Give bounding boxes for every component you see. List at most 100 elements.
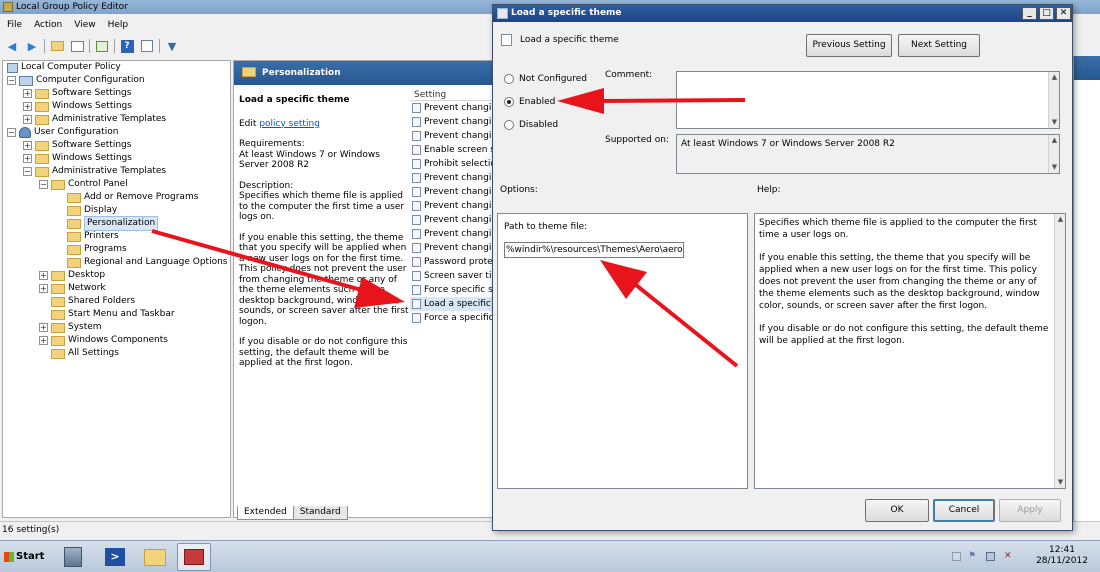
network-icon[interactable]	[986, 552, 995, 561]
list-item[interactable]: Prevent changin	[410, 227, 496, 241]
tree-node-user-configuration[interactable]: − User Configuration	[7, 126, 118, 139]
theme-path-input[interactable]: %windir%\resources\Themes\Aero\aero	[504, 242, 684, 258]
tree-node-windows-components[interactable]: + Windows Components	[39, 334, 168, 347]
tree-node-windows-settings[interactable]: + Windows Settings	[23, 152, 132, 165]
tree-node-all-settings[interactable]: All Settings	[51, 347, 119, 360]
apply-button[interactable]: Apply	[999, 499, 1061, 522]
scroll-up-icon[interactable]: ▲	[1056, 215, 1065, 224]
list-item[interactable]: Prevent changin	[410, 199, 496, 213]
tree-node-administrative-templates[interactable]: + Administrative Templates	[23, 113, 166, 126]
properties-icon[interactable]	[139, 38, 155, 54]
menu-view[interactable]: View	[74, 17, 95, 33]
collapse-icon[interactable]: −	[7, 76, 16, 85]
server-manager-icon[interactable]	[56, 543, 90, 571]
list-item[interactable]: Prevent changin	[410, 171, 496, 185]
collapse-icon[interactable]: −	[23, 167, 32, 176]
tree-node-personalization[interactable]: Personalization	[67, 216, 159, 231]
flag-icon[interactable]: ⚑	[968, 552, 977, 561]
scroll-up-icon[interactable]: ▲	[1050, 73, 1059, 82]
comment-scrollbar[interactable]: ▲ ▼	[1048, 72, 1059, 128]
tree-node-windows-settings[interactable]: + Windows Settings	[23, 100, 132, 113]
scroll-up-icon[interactable]: ▲	[1050, 136, 1059, 145]
list-item[interactable]: Enable screen sa	[410, 143, 496, 157]
expand-icon[interactable]: +	[23, 89, 32, 98]
tree-node-start-menu-taskbar[interactable]: Start Menu and Taskbar	[51, 308, 175, 321]
expand-icon[interactable]: +	[23, 154, 32, 163]
comment-field[interactable]: ▲ ▼	[676, 71, 1060, 129]
expand-icon[interactable]: +	[23, 115, 32, 124]
policy-setting-link[interactable]: policy setting	[259, 119, 320, 129]
tree-node-software-settings[interactable]: + Software Settings	[23, 87, 131, 100]
group-policy-icon[interactable]	[177, 543, 211, 571]
list-item[interactable]: Force a specific	[410, 311, 496, 325]
list-item[interactable]: Prevent changin	[410, 101, 496, 115]
ok-button[interactable]: OK	[865, 499, 929, 522]
tab-extended[interactable]: Extended	[237, 506, 294, 520]
help-scrollbar[interactable]: ▲ ▼	[1054, 214, 1065, 488]
volume-icon[interactable]: ✕	[1004, 552, 1013, 561]
dialog-title-bar[interactable]: Load a specific theme _ □ ✕	[493, 5, 1072, 22]
tab-standard[interactable]: Standard	[292, 506, 348, 520]
tree-node-local-computer-policy[interactable]: Local Computer Policy	[7, 61, 121, 74]
tree-node-programs[interactable]: Programs	[67, 243, 127, 256]
list-item[interactable]: Prohibit selection	[410, 157, 496, 171]
minimize-button[interactable]: _	[1022, 7, 1037, 20]
help-icon[interactable]: ?	[119, 38, 135, 54]
list-item[interactable]: Prevent changin	[410, 241, 496, 255]
column-header-setting[interactable]: Setting	[410, 89, 496, 101]
up-folder-icon[interactable]	[49, 38, 65, 54]
previous-setting-button[interactable]: Previous Setting	[806, 34, 892, 57]
list-item[interactable]: Prevent changin	[410, 185, 496, 199]
filter-icon[interactable]: ▼	[164, 38, 180, 54]
list-item[interactable]: Screen saver tim	[410, 269, 496, 283]
tree-node-regional-language[interactable]: Regional and Language Options	[67, 256, 227, 269]
tree-node-system[interactable]: + System	[39, 321, 102, 334]
radio-enabled[interactable]: Enabled	[504, 96, 555, 108]
tree-node-network[interactable]: + Network	[39, 282, 106, 295]
tree-node-control-panel[interactable]: − Control Panel	[39, 178, 128, 191]
export-list-icon[interactable]	[94, 38, 110, 54]
expand-icon[interactable]: +	[39, 284, 48, 293]
radio-disabled[interactable]: Disabled	[504, 119, 558, 131]
expand-icon[interactable]: +	[23, 141, 32, 150]
show-hide-tree-icon[interactable]	[69, 38, 85, 54]
close-button[interactable]: ✕	[1056, 7, 1071, 20]
tree-node-add-remove-programs[interactable]: Add or Remove Programs	[67, 191, 198, 204]
forward-arrow-icon[interactable]: ▶	[24, 38, 40, 54]
tree-node-computer-configuration[interactable]: − Computer Configuration	[7, 74, 145, 87]
menu-help[interactable]: Help	[108, 17, 129, 33]
explorer-icon[interactable]	[138, 543, 172, 571]
scroll-down-icon[interactable]: ▼	[1050, 163, 1059, 172]
list-item[interactable]: Prevent changin	[410, 129, 496, 143]
scroll-down-icon[interactable]: ▼	[1056, 478, 1065, 487]
tree-node-administrative-templates[interactable]: − Administrative Templates	[23, 165, 166, 178]
clock[interactable]: 12:41 28/11/2012	[1032, 545, 1092, 567]
expand-icon[interactable]: +	[39, 336, 48, 345]
list-item-selected[interactable]: Load a specific t	[410, 297, 496, 311]
tree-node-shared-folders[interactable]: Shared Folders	[51, 295, 135, 308]
radio-not-configured[interactable]: Not Configured	[504, 73, 587, 85]
collapse-icon[interactable]: −	[7, 128, 16, 137]
list-item[interactable]: Force specific sc	[410, 283, 496, 297]
tree-node-desktop[interactable]: + Desktop	[39, 269, 105, 282]
list-item[interactable]: Password protec	[410, 255, 496, 269]
menu-action[interactable]: Action	[34, 17, 62, 33]
maximize-button[interactable]: □	[1039, 7, 1054, 20]
back-arrow-icon[interactable]: ◀	[4, 38, 20, 54]
supported-scrollbar[interactable]: ▲ ▼	[1048, 135, 1059, 173]
tree-node-printers[interactable]: Printers	[67, 230, 119, 243]
show-desktop-icon[interactable]	[952, 552, 961, 561]
collapse-icon[interactable]: −	[39, 180, 48, 189]
powershell-icon[interactable]: >	[98, 543, 132, 571]
list-item[interactable]: Prevent changin	[410, 115, 496, 129]
next-setting-button[interactable]: Next Setting	[898, 34, 980, 57]
scroll-down-icon[interactable]: ▼	[1050, 118, 1059, 127]
tree-node-software-settings[interactable]: + Software Settings	[23, 139, 131, 152]
expand-icon[interactable]: +	[23, 102, 32, 111]
start-button[interactable]: Start	[2, 545, 44, 569]
expand-icon[interactable]: +	[39, 323, 48, 332]
menu-file[interactable]: File	[7, 17, 22, 33]
list-item[interactable]: Prevent changin	[410, 213, 496, 227]
cancel-button[interactable]: Cancel	[933, 499, 995, 522]
expand-icon[interactable]: +	[39, 271, 48, 280]
